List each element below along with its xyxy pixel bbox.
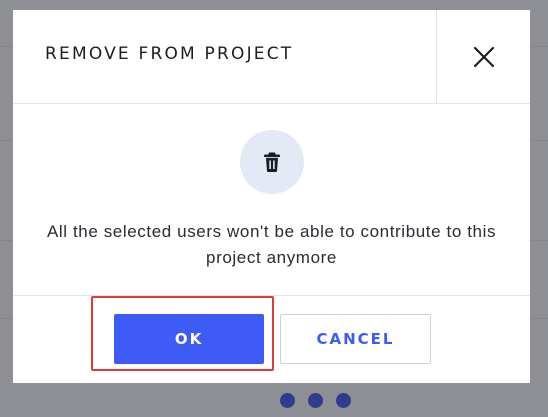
cancel-button[interactable]: CANCEL <box>280 314 431 364</box>
trash-icon <box>264 152 280 172</box>
pager <box>280 393 351 408</box>
confirmation-message: All the selected users won't be able to … <box>46 222 497 267</box>
close-icon <box>473 46 494 67</box>
ok-button[interactable]: OK <box>114 314 264 364</box>
close-button[interactable] <box>437 10 530 103</box>
pager-dot[interactable] <box>336 393 351 408</box>
dialog-footer: OK CANCEL <box>13 296 530 383</box>
remove-from-project-dialog: REMOVE FROM PROJECT All the selected use… <box>13 10 530 383</box>
pager-dot[interactable] <box>308 393 323 408</box>
trash-icon-badge <box>240 130 304 194</box>
dialog-body: All the selected users won't be able to … <box>13 104 530 296</box>
dialog-header: REMOVE FROM PROJECT <box>13 10 530 104</box>
pager-dot[interactable] <box>280 393 295 408</box>
dialog-title: REMOVE FROM PROJECT <box>45 44 294 64</box>
